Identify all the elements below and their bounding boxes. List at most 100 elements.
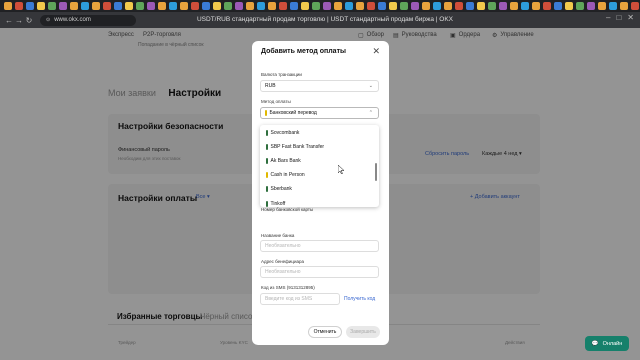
mouse-cursor-icon [338,165,344,174]
payment-option-label: Cash in Person [270,172,305,178]
close-icon[interactable]: ✕ [372,46,380,57]
browser-tab-favicon[interactable] [257,2,265,10]
payment-option[interactable]: Sberbank [266,186,292,192]
beneficiary-input[interactable]: Необязательно [260,266,379,278]
browser-tab-favicon[interactable] [59,2,67,10]
browser-tab-favicon[interactable] [37,2,45,10]
browser-tab-favicon[interactable] [389,2,397,10]
maximize-icon[interactable]: □ [616,13,621,22]
browser-tab-favicon[interactable] [4,2,12,10]
dropdown-scrollbar[interactable] [375,163,377,181]
payment-method-value: Банковский перевод [269,110,317,116]
browser-tab-favicon[interactable] [202,2,210,10]
add-payment-method-modal: Добавить метод оплаты ✕ Валюта транзакци… [252,41,389,345]
browser-tab-favicon[interactable] [213,2,221,10]
browser-tab-favicon[interactable] [81,2,89,10]
payment-option[interactable]: Ak Bars Bank [266,158,301,164]
browser-tab-favicon[interactable] [169,2,177,10]
browser-tab-favicon[interactable] [334,2,342,10]
browser-tab-favicon[interactable] [147,2,155,10]
browser-tab-favicon[interactable] [323,2,331,10]
beneficiary-label: Адрес бенефициара [261,259,304,264]
bank-name-input[interactable]: Необязательно [260,240,379,252]
payment-option[interactable]: Cash in Person [266,172,305,178]
browser-tab-favicon[interactable] [158,2,166,10]
window-title: USDT/RUB стандартный продам торговлю | U… [196,16,454,23]
reload-icon[interactable]: ↻ [24,16,34,25]
browser-tab-favicon[interactable] [103,2,111,10]
browser-tab-favicon[interactable] [587,2,595,10]
browser-tab-favicon[interactable] [48,2,56,10]
chat-label: Онлайн [602,340,623,347]
sms-code-input[interactable]: Введите код из SMS [260,293,340,305]
browser-tab-favicon[interactable] [532,2,540,10]
browser-tab-favicon[interactable] [543,2,551,10]
browser-tab-favicon[interactable] [356,2,364,10]
browser-tab-favicon[interactable] [279,2,287,10]
browser-tab-favicon[interactable] [312,2,320,10]
browser-tab-favicon[interactable] [268,2,276,10]
payment-option[interactable]: Sovcombank [266,130,299,136]
currency-label: Валюта транзакции [261,72,302,77]
browser-tab-strip: + [0,0,640,12]
browser-tab-favicon[interactable] [521,2,529,10]
browser-tab-favicon[interactable] [367,2,375,10]
forward-icon[interactable]: → [14,16,24,25]
card-number-label: Номер банковской карты [261,207,314,212]
browser-tab-favicon[interactable] [235,2,243,10]
option-color-bar [266,201,268,207]
browser-tab-favicon[interactable] [477,2,485,10]
option-color-bar [266,158,268,164]
browser-tab-favicon[interactable] [301,2,309,10]
browser-tab-favicon[interactable] [499,2,507,10]
option-color-bar [266,144,268,150]
browser-tab-favicon[interactable] [26,2,34,10]
browser-tab-favicon[interactable] [345,2,353,10]
browser-tab-favicon[interactable] [609,2,617,10]
browser-tab-favicon[interactable] [180,2,188,10]
back-icon[interactable]: ← [4,16,14,25]
browser-tab-favicon[interactable] [15,2,23,10]
cancel-button[interactable]: Отменить [308,326,342,338]
browser-tab-favicon[interactable] [125,2,133,10]
address-bar-url: www.okx.com [54,17,91,23]
close-window-icon[interactable]: ✕ [627,13,634,22]
browser-tab-favicon[interactable] [246,2,254,10]
chat-icon: 💬 [591,340,599,347]
site-info-icon[interactable]: ⊙ [46,17,50,23]
browser-tab-favicon[interactable] [422,2,430,10]
browser-tab-favicon[interactable] [620,2,628,10]
browser-tab-favicon[interactable] [224,2,232,10]
browser-tab-favicon[interactable] [433,2,441,10]
browser-tab-favicon[interactable] [114,2,122,10]
browser-tab-favicon[interactable] [290,2,298,10]
browser-tab-favicon[interactable] [444,2,452,10]
browser-tab-favicon[interactable] [466,2,474,10]
browser-tab-favicon[interactable] [576,2,584,10]
browser-tab-favicon[interactable] [554,2,562,10]
browser-tab-favicon[interactable] [565,2,573,10]
address-bar[interactable]: ⊙ www.okx.com [40,14,136,26]
option-color-bar [266,186,268,192]
browser-tab-favicon[interactable] [510,2,518,10]
get-code-button[interactable]: Получить код [344,296,375,302]
browser-tab-favicon[interactable] [191,2,199,10]
browser-tab-favicon[interactable] [378,2,386,10]
window-controls: – □ ✕ [606,13,634,22]
browser-tab-favicon[interactable] [400,2,408,10]
payment-option[interactable]: Tinkoff [266,201,285,207]
browser-tab-favicon[interactable] [136,2,144,10]
confirm-button[interactable]: Завершить [346,326,380,338]
browser-tab-favicon[interactable] [631,2,639,10]
browser-tab-favicon[interactable] [455,2,463,10]
browser-tab-favicon[interactable] [598,2,606,10]
browser-tab-favicon[interactable] [411,2,419,10]
online-chat-button[interactable]: 💬 Онлайн [585,336,629,351]
payment-option[interactable]: SBP Fast Bank Transfer [266,144,324,150]
minimize-icon[interactable]: – [606,13,610,22]
browser-tab-favicon[interactable] [70,2,78,10]
browser-tab-favicon[interactable] [488,2,496,10]
payment-method-select[interactable]: Банковский перевод ⌃ [260,107,379,119]
browser-tab-favicon[interactable] [92,2,100,10]
currency-select[interactable]: RUB ⌄ [260,80,379,92]
